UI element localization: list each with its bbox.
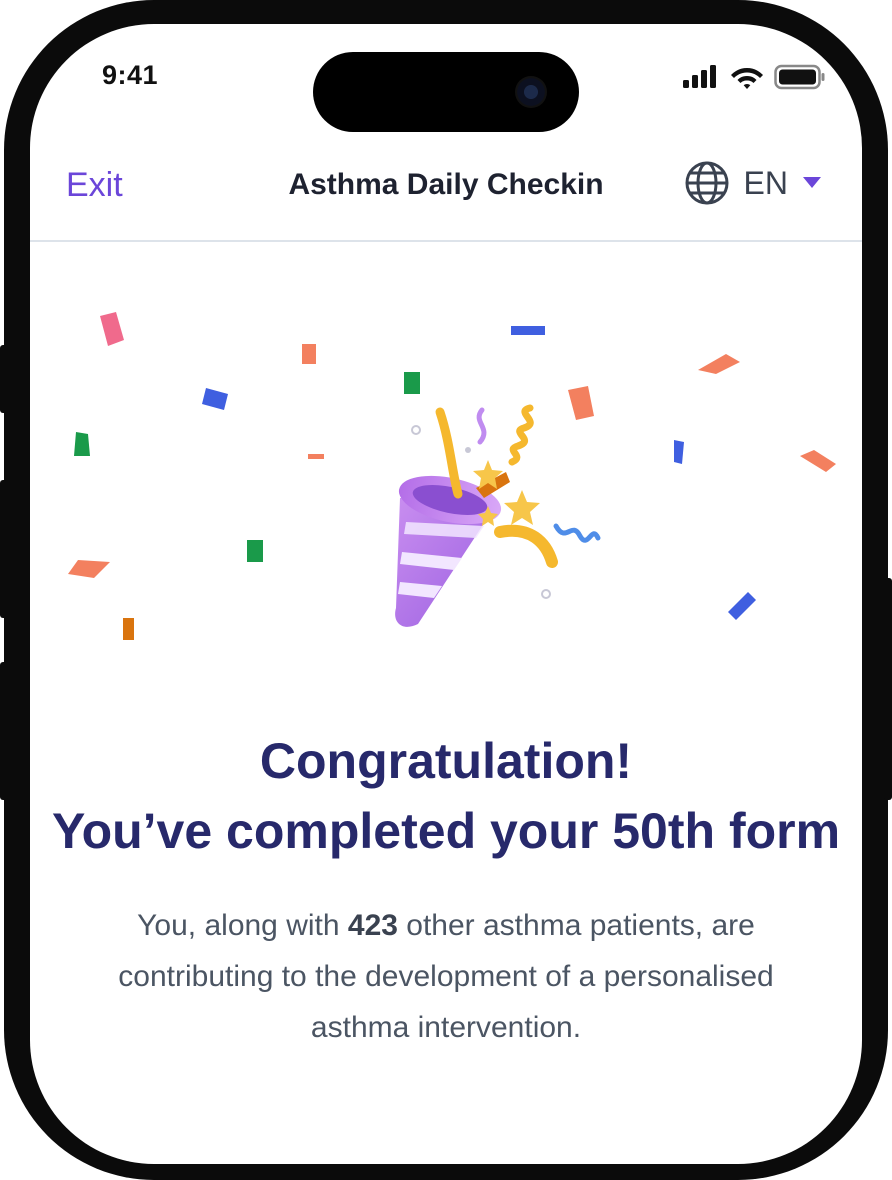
celebration-illustration	[30, 242, 862, 682]
heading-line-2: You’ve completed your 50th form	[51, 803, 841, 859]
caret-down-icon	[803, 177, 821, 188]
camera-icon	[515, 76, 547, 108]
confetti-piece	[511, 326, 545, 335]
side-button	[884, 578, 892, 800]
confetti-piece	[674, 440, 684, 464]
wifi-icon	[731, 68, 763, 89]
patient-count: 423	[347, 909, 398, 942]
contribution-message: You, along with 423 other asthma patient…	[70, 900, 822, 1053]
status-time: 9:41	[102, 60, 159, 90]
status-icons	[682, 64, 826, 90]
heading-line-1: Congratulation!	[259, 733, 633, 789]
confetti-piece	[302, 344, 316, 364]
confetti-piece	[800, 450, 836, 472]
confetti-piece	[202, 388, 228, 410]
dynamic-island	[313, 52, 579, 132]
congratulation-heading: Congratulation! You’ve completed your 50…	[30, 726, 862, 866]
confetti-piece	[100, 312, 124, 346]
message-prefix: You, along with	[137, 909, 348, 942]
confetti-piece	[308, 454, 324, 459]
confetti-piece	[123, 618, 134, 640]
confetti-piece	[698, 354, 740, 374]
confetti-piece	[68, 560, 110, 578]
confetti-piece	[74, 432, 90, 456]
side-button	[0, 662, 8, 800]
confetti-piece	[247, 540, 263, 562]
language-label: EN	[743, 164, 788, 201]
app-header: Exit Asthma Daily Checkin EN	[30, 154, 862, 242]
confetti-piece	[404, 372, 420, 394]
side-button	[0, 345, 8, 413]
language-selector[interactable]: EN	[684, 160, 822, 206]
party-popper-icon	[395, 404, 601, 627]
side-button	[0, 480, 8, 618]
globe-icon	[685, 161, 729, 205]
battery-icon	[774, 64, 825, 90]
confetti-piece	[728, 592, 756, 620]
cellular-signal-icon	[683, 65, 716, 88]
phone-screen: 9:41 Exit Asthma Daily Checkin EN Congra…	[30, 24, 862, 1164]
